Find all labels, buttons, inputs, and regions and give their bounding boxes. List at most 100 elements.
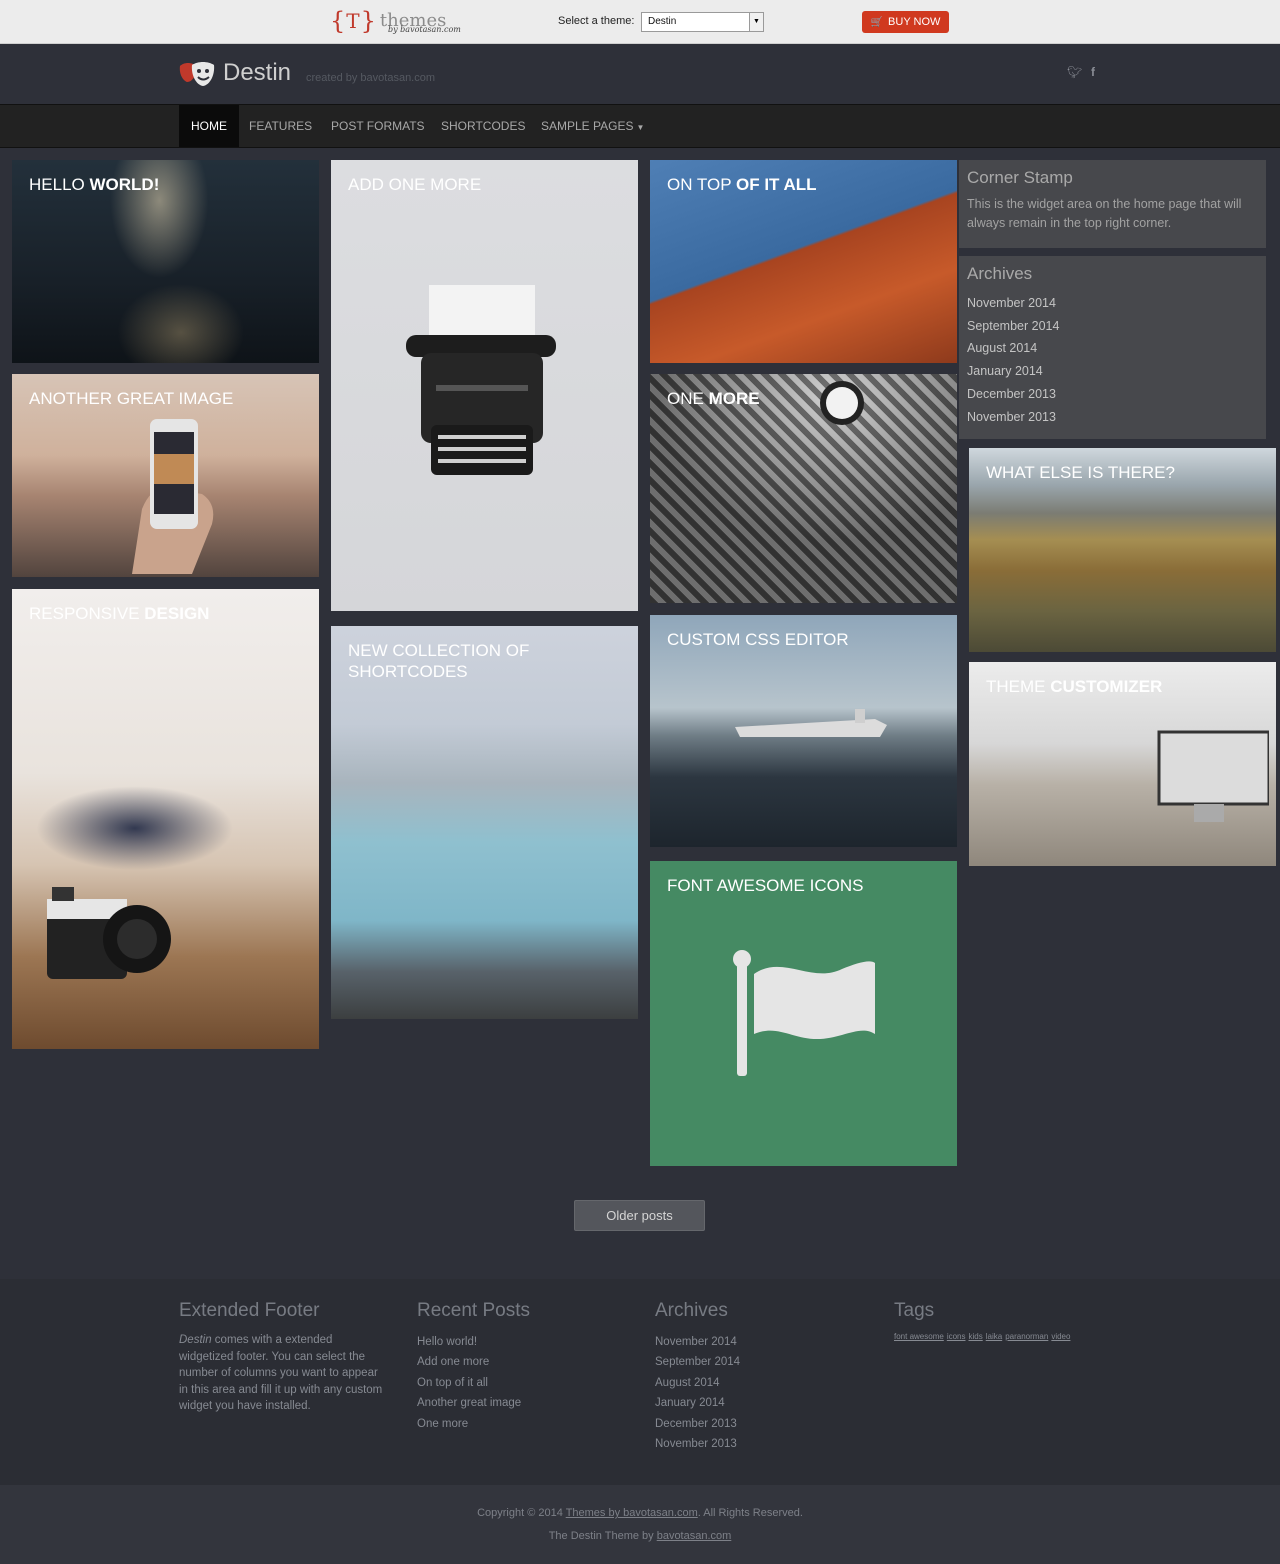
themes-link[interactable]: Themes by bavotasan.com: [566, 1507, 698, 1519]
widget-title: Archives: [967, 264, 1033, 283]
facebook-icon[interactable]: f: [1091, 65, 1095, 79]
theme-credit-prefix: The Destin Theme by: [548, 1530, 657, 1542]
footer-column-extended: Extended Footer Destin comes with a exte…: [179, 1300, 389, 1415]
post-tile-new-collection-of-shortcodes[interactable]: NEW COLLECTION OF SHORTCODES: [331, 626, 638, 1019]
archives-widget: Archives November 2014 September 2014 Au…: [959, 256, 1266, 439]
corner-stamp-widget: Corner Stamp This is the widget area on …: [959, 160, 1266, 248]
tag-link[interactable]: icons: [947, 1332, 966, 1341]
post-tile-on-top-of-it-all[interactable]: ON TOP OF IT ALL: [650, 160, 957, 363]
chevron-down-icon[interactable]: ▼: [749, 13, 763, 31]
nav-item-label: FEATURES: [249, 119, 313, 133]
flag-icon: [733, 950, 875, 1076]
archive-link[interactable]: November 2014: [655, 1332, 740, 1352]
archive-link[interactable]: November 2014: [967, 292, 1059, 315]
nav-item-shortcodes[interactable]: SHORTCODES: [429, 105, 537, 147]
desk-monitor-illustration: [1157, 730, 1269, 822]
archive-link[interactable]: December 2013: [655, 1414, 740, 1434]
buy-now-button[interactable]: 🛒 BUY NOW: [862, 11, 949, 33]
post-title[interactable]: NEW COLLECTION OF SHORTCODES: [348, 640, 622, 682]
copyright-bar: [0, 1485, 1280, 1564]
theme-select-label: Select a theme:: [558, 15, 635, 27]
nav-item-label: SAMPLE PAGES: [541, 119, 634, 133]
tag-link[interactable]: video: [1051, 1332, 1070, 1341]
post-title[interactable]: ANOTHER GREAT IMAGE: [29, 388, 303, 409]
widget-text: This is the widget area on the home page…: [967, 197, 1242, 230]
post-title[interactable]: ON TOP OF IT ALL: [667, 174, 941, 195]
post-title[interactable]: ADD ONE MORE: [348, 174, 622, 195]
twitter-icon[interactable]: 🐦︎: [1067, 65, 1082, 79]
archive-link[interactable]: January 2014: [967, 360, 1059, 383]
post-title[interactable]: RESPONSIVE DESIGN: [29, 603, 303, 624]
post-title[interactable]: WHAT ELSE IS THERE?: [986, 462, 1260, 483]
nav-item-sample-pages[interactable]: SAMPLE PAGES ▼: [529, 105, 656, 147]
post-tile-font-awesome-icons[interactable]: FONT AWESOME ICONS: [650, 861, 957, 1166]
recent-post-link[interactable]: On top of it all: [417, 1373, 530, 1393]
archive-link[interactable]: December 2013: [967, 383, 1059, 406]
theater-masks-icon[interactable]: [178, 60, 218, 88]
older-posts-button[interactable]: Older posts: [574, 1200, 705, 1231]
nav-item-label: SHORTCODES: [441, 119, 526, 133]
widget-title: Corner Stamp: [967, 168, 1073, 187]
tag-link[interactable]: paranorman: [1005, 1332, 1048, 1341]
archive-link[interactable]: August 2014: [655, 1373, 740, 1393]
theme-promo-bar: {T} themes by bavotasan.com Select a the…: [0, 0, 1280, 44]
tag-link[interactable]: laika: [986, 1332, 1002, 1341]
buy-now-label: BUY NOW: [888, 16, 941, 28]
recent-post-link[interactable]: One more: [417, 1414, 530, 1434]
archive-link[interactable]: January 2014: [655, 1393, 740, 1413]
nav-item-post-formats[interactable]: POST FORMATS: [319, 105, 437, 147]
post-tile-another-great-image[interactable]: ANOTHER GREAT IMAGE: [12, 374, 319, 577]
post-tile-theme-customizer[interactable]: THEME CUSTOMIZER: [969, 662, 1276, 866]
logo-letter: T: [346, 9, 360, 33]
recent-post-link[interactable]: Add one more: [417, 1352, 530, 1372]
post-title[interactable]: FONT AWESOME ICONS: [667, 875, 941, 896]
cart-icon: 🛒: [870, 16, 884, 28]
copyright-prefix: Copyright © 2014: [477, 1507, 566, 1519]
tag-link[interactable]: kids: [969, 1332, 983, 1341]
copyright-text: Copyright © 2014 Themes by bavotasan.com…: [0, 1507, 1280, 1519]
archive-link[interactable]: September 2014: [655, 1352, 740, 1372]
theme-select-value: Destin: [648, 16, 677, 27]
caret-down-icon: ▼: [636, 123, 645, 132]
archive-link[interactable]: August 2014: [967, 337, 1059, 360]
nav-item-features[interactable]: FEATURES: [237, 105, 324, 147]
tag-cloud: font awesome icons kids laika paranorman vide…: [894, 1332, 1073, 1341]
footer-column-archives: Archives November 2014 September 2014 Au…: [655, 1300, 740, 1454]
footer-text: Destin comes with a extended widgetized …: [179, 1332, 389, 1415]
post-title[interactable]: ONE MORE: [667, 388, 941, 409]
main-navigation: HOME FEATURES POST FORMATS SHORTCODES SA…: [0, 104, 1280, 148]
theme-credit-text: The Destin Theme by bavotasan.com: [0, 1530, 1280, 1542]
post-title[interactable]: HELLO WORLD!: [29, 174, 303, 195]
footer-text-emphasis: Destin: [179, 1334, 212, 1346]
footer-column-recent-posts: Recent Posts Hello world! Add one more O…: [417, 1300, 530, 1434]
copyright-suffix: . All Rights Reserved.: [697, 1507, 803, 1519]
recent-post-link[interactable]: Another great image: [417, 1393, 530, 1413]
footer-heading: Recent Posts: [417, 1300, 530, 1321]
post-tile-one-more[interactable]: ONE MORE: [650, 374, 957, 603]
footer-heading: Extended Footer: [179, 1300, 320, 1321]
recent-post-link[interactable]: Hello world!: [417, 1332, 530, 1352]
archive-link[interactable]: November 2013: [655, 1434, 740, 1454]
logo-brace-open: {: [330, 7, 346, 35]
post-tile-add-one-more[interactable]: ADD ONE MORE: [331, 160, 638, 611]
post-tile-what-else-is-there[interactable]: WHAT ELSE IS THERE?: [969, 448, 1276, 652]
post-title[interactable]: CUSTOM CSS EDITOR: [667, 629, 941, 650]
tag-link[interactable]: font awesome: [894, 1332, 944, 1341]
site-tagline: created by bavotasan.com: [306, 72, 436, 84]
post-tile-custom-css-editor[interactable]: CUSTOM CSS EDITOR: [650, 615, 957, 847]
nav-item-home[interactable]: HOME: [179, 105, 239, 147]
archive-link[interactable]: September 2014: [967, 315, 1059, 338]
archive-link[interactable]: November 2013: [967, 406, 1059, 429]
post-tile-responsive-design[interactable]: RESPONSIVE DESIGN: [12, 589, 319, 1049]
camera-illustration: [47, 887, 171, 979]
post-title[interactable]: THEME CUSTOMIZER: [986, 676, 1260, 697]
footer-heading: Archives: [655, 1300, 728, 1321]
themes-logo[interactable]: {T} themes by bavotasan.com: [330, 4, 461, 38]
theme-select[interactable]: Destin ▼: [641, 12, 764, 32]
site-title[interactable]: Destin: [223, 59, 291, 87]
logo-byline: by bavotasan.com: [388, 25, 461, 34]
nav-item-label: POST FORMATS: [331, 119, 425, 133]
bavotasan-link[interactable]: bavotasan.com: [657, 1530, 732, 1542]
post-tile-hello-world[interactable]: HELLO WORLD!: [12, 160, 319, 363]
footer-heading: Tags: [894, 1300, 935, 1321]
